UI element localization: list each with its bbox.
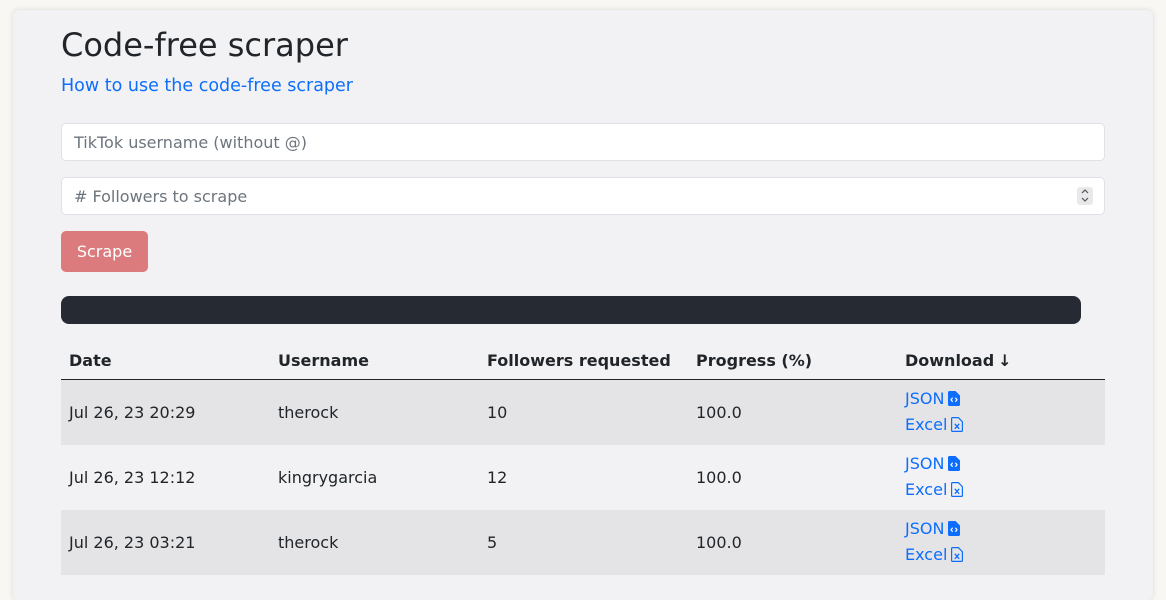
header-download-label: Download (905, 350, 995, 370)
download-json-link[interactable]: JSON (905, 452, 1097, 478)
header-date[interactable]: Date (61, 341, 270, 380)
cell-username: therock (270, 379, 479, 445)
help-link[interactable]: How to use the code-free scraper (61, 76, 353, 96)
header-progress[interactable]: Progress (%) (688, 341, 897, 380)
header-followers-requested[interactable]: Followers requested (479, 341, 688, 380)
username-input[interactable] (61, 123, 1105, 161)
download-excel-link[interactable]: Excel (905, 478, 1097, 504)
download-excel-link[interactable]: Excel (905, 413, 1097, 439)
scraper-card: Code-free scraper How to use the code-fr… (13, 10, 1153, 600)
scrape-button[interactable]: Scrape (61, 231, 148, 272)
table-header-row: Date Username Followers requested Progre… (61, 341, 1105, 380)
followers-input[interactable] (61, 177, 1105, 215)
file-excel-icon (951, 480, 964, 504)
file-code-icon (948, 454, 961, 478)
header-download[interactable]: Download ↓ (897, 341, 1105, 380)
cell-download: JSON Excel (897, 445, 1105, 510)
chevron-down-icon[interactable] (1077, 196, 1093, 205)
download-json-link[interactable]: JSON (905, 387, 1097, 413)
cell-followers-requested: 5 (479, 510, 688, 575)
table-row: Jul 26, 23 12:12 kingrygarcia 12 100.0 J… (61, 445, 1105, 510)
cell-followers-requested: 10 (479, 379, 688, 445)
cell-progress: 100.0 (688, 379, 897, 445)
download-excel-label: Excel (905, 414, 948, 434)
table-row: Jul 26, 23 03:21 therock 5 100.0 JSON Ex… (61, 510, 1105, 575)
download-json-link[interactable]: JSON (905, 517, 1097, 543)
number-spinner[interactable] (1077, 187, 1093, 205)
cell-download: JSON Excel (897, 379, 1105, 445)
jobs-table: Date Username Followers requested Progre… (61, 341, 1105, 575)
file-code-icon (948, 519, 961, 543)
file-code-icon (948, 389, 961, 413)
cell-date: Jul 26, 23 12:12 (61, 445, 270, 510)
table-row: Jul 26, 23 20:29 therock 10 100.0 JSON E… (61, 379, 1105, 445)
chevron-up-icon[interactable] (1077, 187, 1093, 196)
cell-progress: 100.0 (688, 510, 897, 575)
cell-username: kingrygarcia (270, 445, 479, 510)
download-excel-label: Excel (905, 479, 948, 499)
progress-track (61, 296, 1081, 324)
header-username[interactable]: Username (270, 341, 479, 380)
file-excel-icon (951, 545, 964, 569)
download-json-label: JSON (905, 453, 945, 473)
followers-field (61, 177, 1105, 215)
cell-username: therock (270, 510, 479, 575)
cell-followers-requested: 12 (479, 445, 688, 510)
page-title: Code-free scraper (61, 26, 348, 64)
cell-date: Jul 26, 23 20:29 (61, 379, 270, 445)
cell-date: Jul 26, 23 03:21 (61, 510, 270, 575)
progress-bar (61, 296, 1081, 324)
download-json-label: JSON (905, 388, 945, 408)
download-json-label: JSON (905, 518, 945, 538)
cell-progress: 100.0 (688, 445, 897, 510)
download-excel-link[interactable]: Excel (905, 543, 1097, 569)
arrow-down-icon: ↓ (998, 350, 1012, 370)
download-excel-label: Excel (905, 544, 948, 564)
file-excel-icon (951, 415, 964, 439)
cell-download: JSON Excel (897, 510, 1105, 575)
